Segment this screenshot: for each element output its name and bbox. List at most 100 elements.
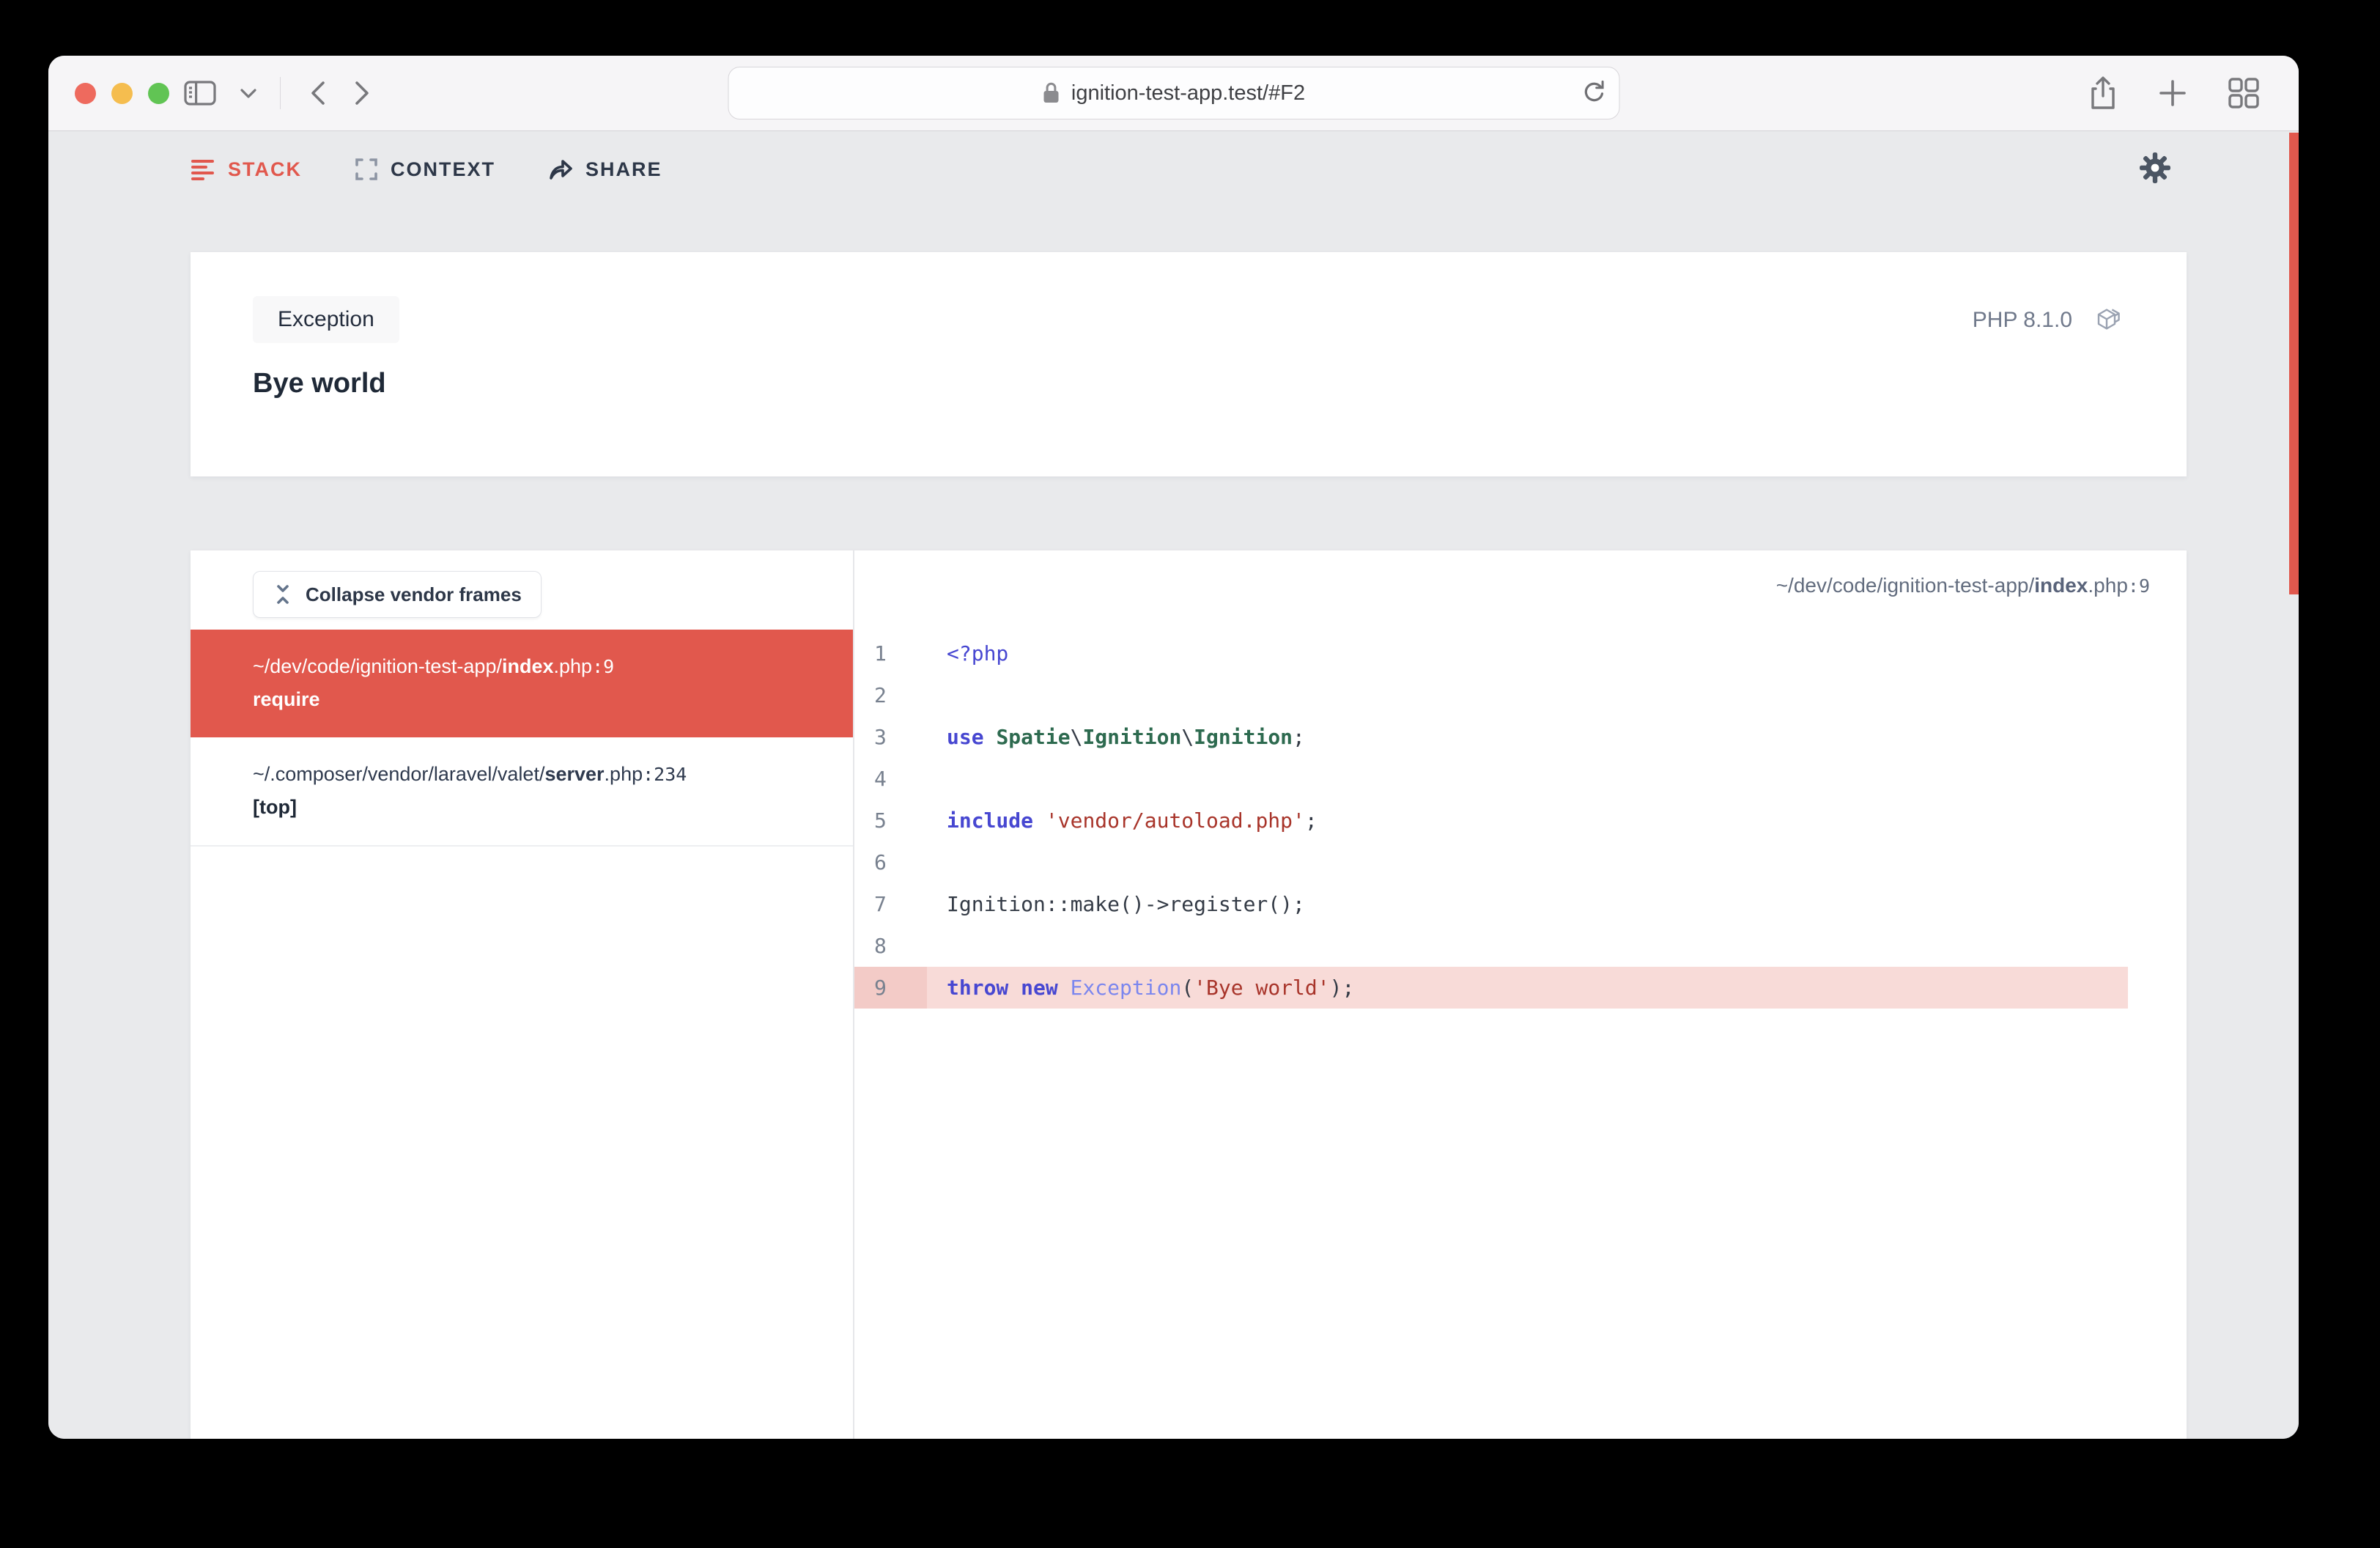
code-token: Ignition: [1194, 725, 1293, 749]
exception-message: Bye world: [253, 368, 386, 399]
ignition-page: STACK CONTEXT SHARE Exception PHP 8.1.0 …: [48, 131, 2299, 1439]
tab-stack-label: STACK: [228, 158, 302, 180]
collapse-vertical-icon: [273, 584, 293, 605]
toolbar-left-icons: [183, 56, 373, 130]
collapse-vendor-frames-button[interactable]: Collapse vendor frames: [253, 571, 542, 618]
code-file-line-number: :9: [2127, 575, 2150, 597]
code-token: 'Bye world': [1194, 976, 1330, 1000]
code-line: 7 Ignition::make()->register();: [854, 883, 2128, 925]
line-number: 1: [874, 641, 887, 666]
context-brackets-icon: [355, 158, 378, 181]
stack-lines-icon: [191, 158, 215, 180]
code-token: );: [1329, 976, 1355, 1000]
frame-path: ~/.composer/vendor/laravel/valet/server.…: [253, 762, 824, 787]
code-text: use Spatie \ Ignition \ Ignition;: [927, 716, 1305, 758]
tab-share-label: SHARE: [585, 158, 662, 180]
code-token: 'vendor/autoload.php': [1045, 808, 1305, 833]
exception-card: Exception PHP 8.1.0 Bye world: [191, 252, 2187, 476]
collapse-vendor-frames-label: Collapse vendor frames: [306, 583, 522, 605]
browser-window: ignition-test-app.test/#F2 STACK CONTEXT…: [48, 56, 2299, 1439]
tab-context[interactable]: CONTEXT: [355, 158, 495, 181]
frame-path-prefix: ~/.composer/vendor/laravel/valet/: [253, 762, 545, 785]
sidebar-toggle-icon[interactable]: [183, 78, 217, 108]
frame-line-number: :9: [592, 656, 615, 677]
line-number: 9: [854, 967, 927, 1009]
line-number: 2: [874, 683, 887, 707]
chevron-down-icon[interactable]: [239, 86, 258, 100]
share-arrow-icon: [548, 158, 573, 180]
code-token: \: [1070, 725, 1083, 749]
close-button[interactable]: [75, 83, 96, 104]
scroll-indicator[interactable]: [2289, 133, 2299, 594]
forward-icon[interactable]: [351, 77, 373, 109]
ignition-nav: STACK CONTEXT SHARE: [191, 147, 2174, 191]
code-line: 4: [854, 758, 2128, 800]
frame-line-number: :234: [643, 763, 687, 785]
code-block: 1 <?php 2 3 use Spatie \ Ignition \ Ignition; 4 5 i…: [854, 633, 2187, 1009]
toolbar-right-icons: [2088, 56, 2261, 130]
share-upload-icon[interactable]: [2088, 74, 2118, 112]
stack-frame[interactable]: ~/dev/code/ignition-test-app/index.php:9…: [191, 630, 853, 737]
frame-file-ext: .php: [604, 762, 643, 785]
frame-path: ~/dev/code/ignition-test-app/index.php:9: [253, 655, 824, 679]
code-token: new: [1021, 976, 1058, 1000]
line-number: 5: [874, 808, 887, 833]
window-controls: [75, 83, 169, 104]
tab-overview-icon[interactable]: [2227, 76, 2261, 110]
php-version-label: PHP 8.1.0: [1972, 308, 2072, 332]
code-file-header: ~/dev/code/ignition-test-app/index.php:9: [854, 550, 2187, 597]
code-file-path-prefix: ~/dev/code/ignition-test-app/: [1775, 574, 2035, 597]
code-line: 1 <?php: [854, 633, 2128, 674]
toolbar-separator: [280, 77, 281, 109]
desktop-background: { "browser": { "url": "ignition-test-app…: [0, 0, 2380, 1548]
stack-frames-sidebar: Collapse vendor frames ~/dev/code/igniti…: [191, 550, 853, 1439]
nav-tabs: STACK CONTEXT SHARE: [191, 147, 2174, 191]
exception-class-badge: Exception: [253, 296, 399, 343]
code-text: include 'vendor/autoload.php';: [927, 800, 1318, 841]
code-panel: ~/dev/code/ignition-test-app/index.php:9…: [854, 550, 2187, 1439]
browser-toolbar: ignition-test-app.test/#F2: [48, 56, 2299, 131]
code-token: \: [1181, 725, 1194, 749]
address-bar[interactable]: ignition-test-app.test/#F2: [728, 67, 1619, 119]
line-number: 6: [874, 850, 887, 874]
code-token: use: [947, 725, 984, 749]
code-file-name: index: [2034, 574, 2088, 597]
reload-icon[interactable]: [1581, 77, 1605, 106]
frame-file-name: server: [544, 762, 605, 785]
frame-file-ext: .php: [553, 655, 593, 677]
code-line: 5 include 'vendor/autoload.php';: [854, 800, 2128, 841]
code-token: <?php: [947, 641, 1009, 666]
code-token: include: [947, 808, 1034, 833]
code-line: 6: [854, 841, 2128, 883]
code-line: 9 throw new Exception('Bye world');: [854, 967, 2128, 1009]
new-tab-icon[interactable]: [2157, 77, 2189, 109]
line-number: 4: [874, 767, 887, 791]
stack-frame[interactable]: ~/.composer/vendor/laravel/valet/server.…: [191, 737, 853, 847]
tab-share[interactable]: SHARE: [548, 158, 662, 181]
code-token: Exception: [1070, 976, 1182, 1000]
laravel-logo-icon: [2094, 305, 2124, 336]
line-number: 8: [874, 934, 887, 958]
minimize-button[interactable]: [111, 83, 133, 104]
code-line: 2: [854, 674, 2128, 716]
zoom-button[interactable]: [148, 83, 169, 104]
back-icon[interactable]: [307, 77, 329, 109]
code-token: Spatie: [996, 725, 1071, 749]
code-token: (: [1181, 976, 1194, 1000]
code-line: 3 use Spatie \ Ignition \ Ignition;: [854, 716, 2128, 758]
tab-stack[interactable]: STACK: [191, 158, 302, 181]
php-version-meta: PHP 8.1.0: [1973, 305, 2124, 336]
code-text: Ignition::make()->register();: [927, 883, 1305, 925]
line-number: 7: [874, 892, 887, 916]
settings-button[interactable]: [2136, 149, 2174, 187]
frame-method: [top]: [253, 795, 297, 818]
code-token: Ignition::make()->register();: [947, 892, 1305, 916]
